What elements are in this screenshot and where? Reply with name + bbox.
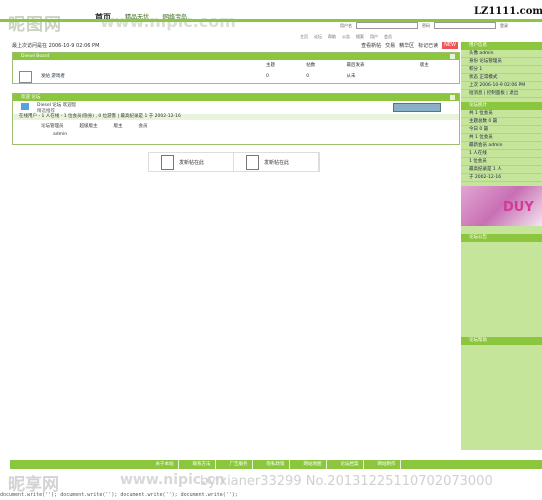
online-admin[interactable]: admin [13,129,459,137]
col-last: 最后发表 [345,60,419,69]
login-row: 用户名 密码 登录 [340,22,508,29]
footer-link[interactable]: 隐私政策 [263,460,290,469]
footer-link[interactable]: 网站地图 [300,460,327,469]
last-visit-text: 最上次访问是在 2006-10-9 02:06 PM [12,43,100,49]
footer-link[interactable]: 关于本站 [152,460,179,469]
new-badge: NEW [442,42,458,49]
table-row: 发帖 游戏者 0 0 从未 [13,69,459,83]
username-input[interactable] [356,22,418,29]
board-category-header: Diesel Board [13,53,459,60]
stats-header: 欢迎 论坛 [13,94,459,101]
link-users[interactable]: 用户 [370,34,378,40]
stats-row: 今日 0 篇 [461,126,542,134]
legend-super-mod: 超级版主 [79,124,98,129]
username-label: 用户名 [340,22,352,28]
user-info-row: 头像 admin [461,50,542,58]
link-members[interactable]: 会员 [384,34,392,40]
password-input[interactable] [434,22,496,29]
forum-stats-header: 论坛统计 [461,102,542,110]
login-button[interactable]: 登录 [500,23,508,29]
document-icon [246,154,259,170]
logo: LZ1111.com [474,6,542,17]
forum-topics: 0 [266,73,269,79]
collapse-icon[interactable] [450,95,455,100]
footer-link[interactable]: 论坛档案 [337,460,364,469]
notice-header: 论坛公告 [461,234,542,242]
trade-link[interactable]: 交易 [385,42,395,49]
online-bar: 最上次访问是在 2006-10-9 02:06 PM 查看新帖 交易 精华区 标… [12,42,458,49]
forum-last: 从未 [346,74,356,79]
right-sidebar: 用户信息 头像 admin 身份 论坛管理员 积分 1 状态 正常模式 上次 2… [461,42,542,450]
forum-table: 主题 帖数 最后发表 版主 发帖 游戏者 0 0 从未 [13,60,459,83]
stats-row: 1 人在线 [461,150,542,158]
new-posts-link[interactable]: 查看新帖 [361,42,381,49]
stats-row: 最高纪录是 1 人 [461,166,542,174]
watermark-text: 昵图网 [8,15,62,35]
ad-banner[interactable]: DUY [461,186,542,226]
stats-row: 1 位会员 [461,158,542,166]
stats-row: 共 1 位会员 [461,110,542,118]
forum-board-panel: Diesel Board 主题 帖数 最后发表 版主 发帖 游戏者 0 0 从未 [12,52,460,84]
col-posts: 帖数 [305,60,346,69]
stats-welcome: Diesel 论坛 欢迎您 精选推荐 [13,101,459,114]
new-topic-button[interactable]: 发新帖在此 [149,153,234,171]
document-write-text: document.write(''); document.write(''); … [0,492,238,498]
footer-link[interactable]: 网站制作 [374,460,401,469]
forum-posts: 0 [306,73,310,79]
link-search[interactable]: 搜索 [356,34,364,40]
user-info-row: 状态 正常模式 [461,74,542,82]
help-header: 论坛帮助 [461,337,542,345]
stats-row: 共 1 位会员 [461,134,542,142]
legend-mod: 版主 [113,124,123,129]
user-links[interactable]: 短消息 | 控制面板 | 退出 [461,90,542,98]
footer-link[interactable]: 联系方法 [189,460,216,469]
user-info-row: 积分 1 [461,66,542,74]
legend-admin: 论坛管理员 [41,124,64,129]
forum-doc-icon [19,71,32,83]
link-forum[interactable]: 论坛 [314,34,322,40]
new-reply-button[interactable]: 发新帖在此 [234,153,319,171]
collapse-icon[interactable] [450,54,455,59]
link-home[interactable]: 主页 [300,34,308,40]
user-legend: 论坛管理员 超级版主 版主 会员 [13,120,459,129]
footer-links: 关于本站 联系方法 广告服务 隐私政策 网站地图 论坛档案 网站制作 [10,460,542,469]
col-mods: 版主 [418,60,459,69]
online-actions: 查看新帖 交易 精华区 标记已读 NEW [361,42,458,49]
user-info-row: 上次 2006-10-9 02:06 PM [461,82,542,90]
new-topic-label: 发新帖在此 [179,159,205,166]
ad-text: DUY [503,200,534,215]
stats-row: 最新会员 admin [461,142,542,150]
footer-link[interactable]: 广告服务 [226,460,253,469]
post-actions: 发新帖在此 发新帖在此 [148,152,320,172]
password-label: 密码 [422,22,430,28]
stats-row: 于 2002-12-16 [461,174,542,182]
digest-link[interactable]: 精华区 [399,42,414,49]
new-reply-label: 发新帖在此 [264,159,290,166]
user-info-header: 用户信息 [461,42,542,50]
header-links: 主页 论坛 帮助 公告 搜索 用户 会员 [300,34,392,40]
banner-image [393,103,441,112]
legend-member: 会员 [138,124,148,129]
col-topics: 主题 [265,60,306,69]
link-notice[interactable]: 公告 [342,34,350,40]
info-icon [21,103,29,110]
user-info-row: 身份 论坛管理员 [461,58,542,66]
document-icon [161,154,174,170]
board-category-title: Diesel Board [21,54,50,59]
mark-read-link[interactable]: 标记已读 [418,42,438,49]
stats-row: 主题总数 0 篇 [461,118,542,126]
stats-panel: 欢迎 论坛 Diesel 论坛 欢迎您 精选推荐 在线用户 - 1 人在线 - … [12,93,460,145]
stats-title: 欢迎 论坛 [21,95,41,100]
watermark-id: by:xianer33299 No.20131225110702073000 [200,474,493,489]
link-help[interactable]: 帮助 [328,34,336,40]
